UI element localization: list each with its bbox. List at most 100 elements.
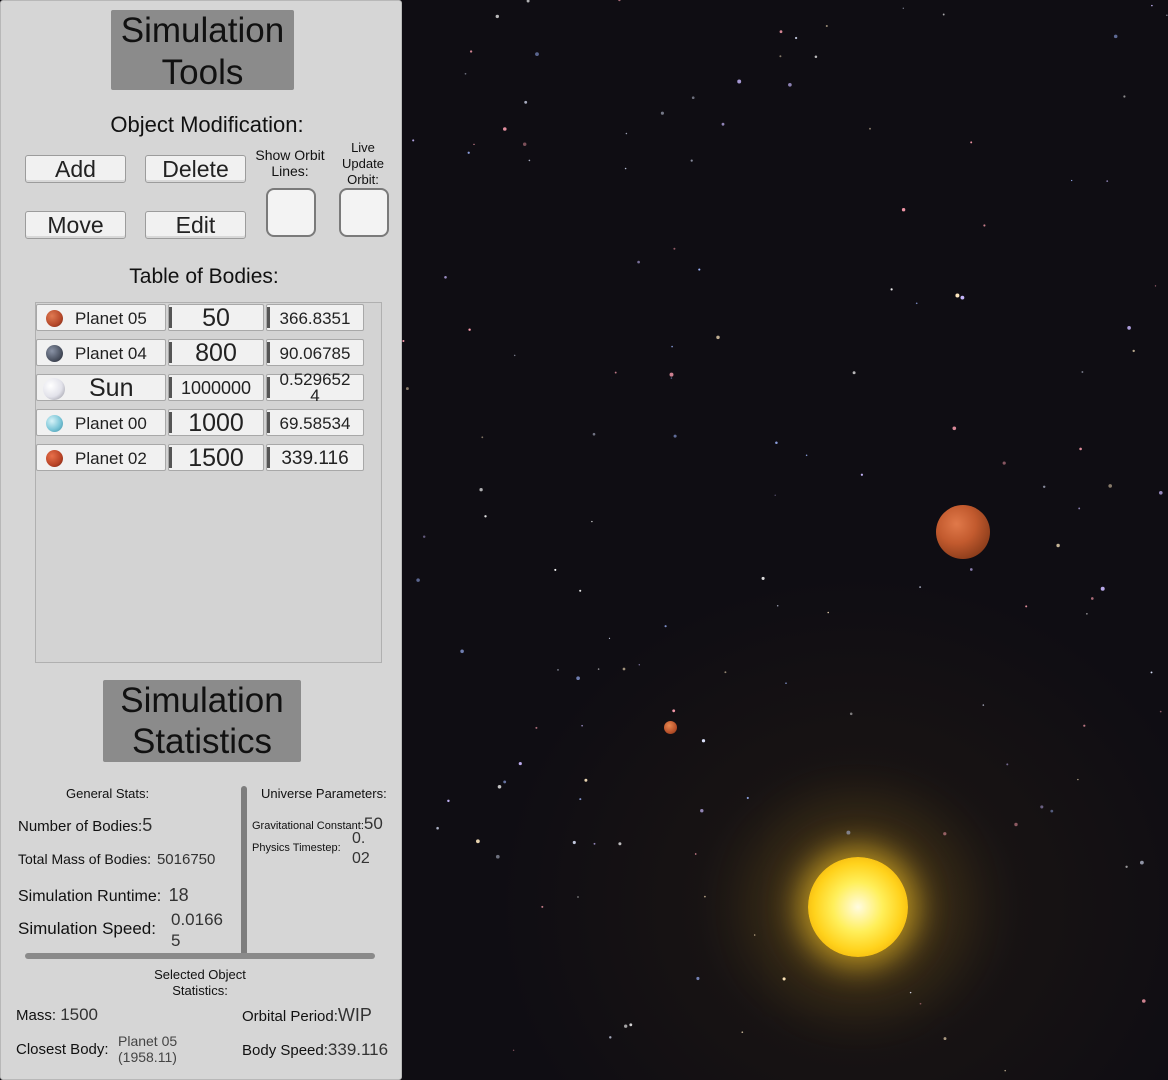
physics-timestep-label: Physics Timestep: <box>252 842 341 854</box>
body-mass: 1000 <box>188 409 244 437</box>
body-speed-label: Body Speed: <box>242 1042 328 1059</box>
planet-04-icon <box>46 345 63 362</box>
sun-body[interactable] <box>808 857 908 957</box>
tools-title-line2: Tools <box>161 53 244 92</box>
universe-parameters-label: Universe Parameters: <box>261 786 387 801</box>
table-row[interactable]: Planet 00 1000 69.58534 <box>36 409 366 437</box>
number-of-bodies-stat: Number of Bodies:5 <box>18 815 152 836</box>
mass-stat: Mass: 1500 <box>16 1005 98 1025</box>
starfield <box>402 0 1168 1072</box>
body-name: Planet 04 <box>75 344 147 363</box>
body-speed-stat: Body Speed:339.116 <box>242 1040 388 1060</box>
orbital-period-stat: Orbital Period:WIP <box>242 1005 372 1026</box>
body-name-cell[interactable]: Planet 02 <box>36 444 166 471</box>
planet-02-body[interactable] <box>936 505 990 559</box>
delete-button[interactable]: Delete <box>145 155 246 183</box>
simulation-viewport[interactable] <box>402 0 1168 1080</box>
body-value-cell[interactable]: 366.8351 <box>266 304 364 331</box>
body-mass-cell[interactable]: 1000 <box>168 409 264 437</box>
show-orbit-lines-label: Show Orbit Lines: <box>249 147 331 179</box>
table-of-bodies-title: Table of Bodies: <box>129 265 279 288</box>
body-name: Planet 02 <box>75 449 147 468</box>
table-row[interactable]: Planet 02 1500 339.116 <box>36 444 366 472</box>
body-value-cell[interactable]: 0.529652 4 <box>266 370 364 405</box>
speed-value: 0.0166 5 <box>171 909 223 951</box>
body-mass-cell[interactable]: 800 <box>168 339 264 367</box>
live-update-orbit-checkbox[interactable] <box>339 188 389 237</box>
body-value-line1: 0.529652 <box>279 370 351 389</box>
body-value-cell[interactable]: 90.06785 <box>266 339 364 366</box>
number-of-bodies-value: 5 <box>142 815 153 835</box>
speed-label: Simulation Speed: <box>18 919 156 938</box>
table-row[interactable]: Sun 1000000 0.529652 4 <box>36 370 366 405</box>
mass-label: Mass: <box>16 1007 57 1024</box>
live-update-label-line2: Update <box>342 156 384 171</box>
body-mass: 50 <box>202 304 230 332</box>
number-of-bodies-label: Number of Bodies: <box>18 818 143 835</box>
tools-title: Simulation Tools <box>111 10 294 92</box>
body-name-cell[interactable]: Planet 00 <box>36 409 166 436</box>
live-update-label-line1: Live <box>351 140 375 155</box>
speed-value-line1: 0.0166 <box>171 910 223 929</box>
body-name-cell[interactable]: Planet 04 <box>36 339 166 366</box>
body-value: 90.06785 <box>279 344 351 363</box>
body-mass-cell[interactable]: 1500 <box>168 444 264 472</box>
body-mass-cell[interactable]: 1000000 <box>168 374 264 401</box>
bodies-table[interactable]: Planet 05 50 366.8351 Planet 04 800 90.0… <box>35 302 382 663</box>
gravitational-constant-label: Gravitational Constant: <box>252 820 364 832</box>
general-stats-label: General Stats: <box>66 786 150 801</box>
body-mass-cell[interactable]: 50 <box>168 304 264 332</box>
object-modification-label: Object Modification: <box>110 112 304 137</box>
speed-value-line2: 5 <box>171 931 181 950</box>
live-update-label-line3: Orbit: <box>347 172 379 187</box>
body-name-cell[interactable]: Sun <box>36 374 166 402</box>
body-value: 69.58534 <box>279 414 351 433</box>
stats-horizontal-divider <box>25 953 375 959</box>
body-name-cell[interactable]: Planet 05 <box>36 304 166 331</box>
statistics-title-line2: Statistics <box>131 722 273 761</box>
selected-object-label: Selected Object Statistics: <box>141 967 259 999</box>
table-row[interactable]: Planet 05 50 366.8351 <box>36 304 366 332</box>
show-orbit-lines-checkbox[interactable] <box>266 188 316 237</box>
body-value-cell[interactable]: 69.58534 <box>266 409 364 436</box>
runtime-label: Simulation Runtime: <box>18 888 162 905</box>
show-orbit-lines-label-line1: Show Orbit <box>255 147 325 163</box>
body-name: Planet 05 <box>75 309 147 328</box>
orbital-period-label: Orbital Period: <box>242 1008 338 1025</box>
body-name: Sun <box>89 374 134 402</box>
live-update-orbit-label: Live Update Orbit: <box>331 140 395 188</box>
planet-00-icon <box>46 415 63 432</box>
closest-body-value-line2: (1958.11) <box>118 1049 177 1065</box>
orbital-period-value: WIP <box>337 1005 372 1025</box>
planet-02-icon <box>46 450 63 467</box>
total-mass-stat: Total Mass of Bodies: 5016750 <box>18 851 215 868</box>
mass-value: 1500 <box>60 1005 99 1024</box>
planet-05-body[interactable] <box>664 721 677 734</box>
body-value-line2: 4 <box>310 386 320 405</box>
planet-05-icon <box>46 310 63 327</box>
selected-object-label-line1: Selected Object <box>154 967 246 982</box>
body-mass: 1000000 <box>180 378 252 398</box>
total-mass-label: Total Mass of Bodies: <box>18 851 152 867</box>
edit-button[interactable]: Edit <box>145 211 246 239</box>
body-mass: 1500 <box>188 444 244 472</box>
physics-timestep-value-line1: 0. <box>352 830 366 847</box>
show-orbit-lines-label-line2: Lines: <box>271 163 309 179</box>
total-mass-value: 5016750 <box>156 851 216 868</box>
runtime-value: 18 <box>168 885 189 905</box>
move-button[interactable]: Move <box>25 211 126 239</box>
statistics-title: Simulation Statistics <box>103 680 301 762</box>
body-value-cell[interactable]: 339.116 <box>266 444 364 471</box>
body-speed-value: 339.116 <box>327 1040 389 1059</box>
add-button[interactable]: Add <box>25 155 126 183</box>
closest-body-value-line1: Planet 05 <box>118 1033 178 1049</box>
speed-stat: Simulation Speed: <box>18 919 156 939</box>
physics-timestep-value-line2: 02 <box>352 850 370 867</box>
table-row[interactable]: Planet 04 800 90.06785 <box>36 339 366 367</box>
tools-title-line1: Simulation <box>120 11 285 50</box>
statistics-title-line1: Simulation <box>120 681 284 720</box>
simulation-tools-panel: Simulation Tools Object Modification: Ad… <box>0 0 402 1080</box>
physics-timestep-value: 0. 02 <box>352 829 370 869</box>
body-value: 339.116 <box>281 448 349 469</box>
body-name: Planet 00 <box>75 414 147 433</box>
